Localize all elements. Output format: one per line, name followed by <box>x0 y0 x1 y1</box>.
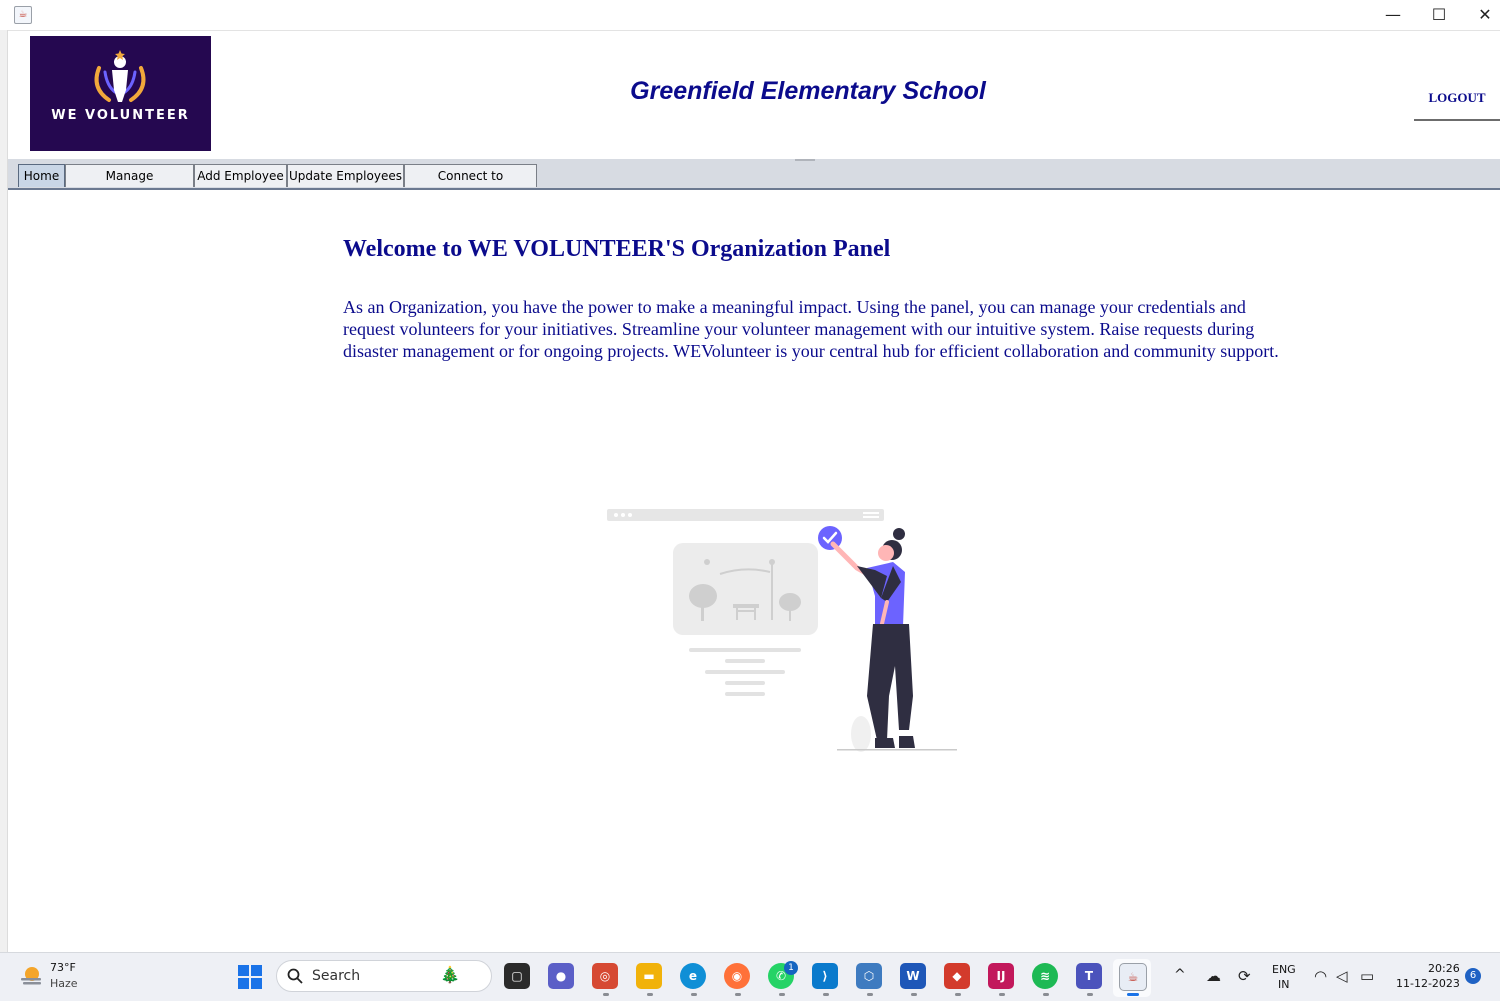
spotify-icon[interactable]: ≋ <box>1032 963 1058 989</box>
teams-chat-icon[interactable]: ● <box>548 963 574 989</box>
running-indicator <box>735 993 741 996</box>
weather-description[interactable]: Haze <box>50 977 78 990</box>
woman-at-board-illustration <box>607 509 957 752</box>
ubuntu-app-icon[interactable]: ◎ <box>592 963 618 989</box>
running-indicator <box>1043 993 1049 996</box>
tab-home[interactable]: Home <box>18 164 65 187</box>
search-highlight-icon: 🎄 <box>440 965 460 984</box>
region-indicator[interactable]: IN <box>1278 978 1289 991</box>
tab-connect-to-volunteers[interactable]: Connect to Volunteers <box>404 164 537 206</box>
vscode-icon[interactable]: ⟩ <box>812 963 838 989</box>
active-indicator <box>1127 993 1139 996</box>
clock-time[interactable]: 20:26 <box>1428 962 1460 975</box>
word-icon[interactable]: W <box>900 963 926 989</box>
intellij-icon[interactable]: IJ <box>988 963 1014 989</box>
running-indicator <box>691 993 697 996</box>
weather-haze-icon[interactable] <box>18 963 44 989</box>
chevron-up-icon[interactable]: ^ <box>1174 967 1186 983</box>
running-indicator <box>647 993 653 996</box>
window-title-bar: ☕ — ☐ ✕ <box>0 0 1500 31</box>
battery-icon[interactable]: ▭ <box>1360 967 1374 985</box>
firefox-icon[interactable]: ◉ <box>724 963 750 989</box>
taskbar-search-box[interactable]: Search 🎄 <box>276 960 492 992</box>
tab-strip: Home Manage Organization Add Employee Up… <box>8 159 1500 206</box>
java-taskbar-icon[interactable]: ☕ <box>1119 963 1147 991</box>
language-indicator[interactable]: ENG <box>1272 963 1296 976</box>
header-panel: WE VOLUNTEER Greenfield Elementary Schoo… <box>8 31 1500 159</box>
volume-icon[interactable]: ◁ <box>1336 967 1348 985</box>
sync-icon[interactable]: ⟳ <box>1238 967 1251 985</box>
windows-taskbar: 73°F Haze Search 🎄 ▢ ● ◎ ▬ e ◉ ✆ 1 ⟩ ⬡ W… <box>0 952 1500 1001</box>
tab-update-employees[interactable]: Update Employees <box>287 164 404 187</box>
hexagon-app-icon[interactable]: ⬡ <box>856 963 882 989</box>
running-indicator <box>779 993 785 996</box>
running-indicator <box>603 993 609 996</box>
running-indicator <box>999 993 1005 996</box>
teams-new-icon[interactable]: T <box>1076 963 1102 989</box>
logo-text: WE VOLUNTEER <box>51 108 190 123</box>
windows-start-icon[interactable] <box>238 965 262 989</box>
file-explorer-icon[interactable]: ▬ <box>636 963 662 989</box>
clock-date[interactable]: 11-12-2023 <box>1396 977 1460 990</box>
onedrive-icon[interactable]: ☁ <box>1206 967 1221 985</box>
whatsapp-badge: 1 <box>784 961 798 975</box>
minimize-button[interactable]: — <box>1370 0 1416 30</box>
school-name-title: Greenfield Elementary School <box>630 77 986 105</box>
divider-handle[interactable] <box>795 159 815 161</box>
java-app-icon: ☕ <box>14 6 32 24</box>
tab-add-employee[interactable]: Add Employee <box>194 164 287 187</box>
welcome-heading: Welcome to WE VOLUNTEER'S Organization P… <box>343 236 891 262</box>
search-label: Search <box>312 968 361 984</box>
running-indicator <box>955 993 961 996</box>
window-left-edge <box>0 30 8 952</box>
running-indicator <box>911 993 917 996</box>
notification-count-badge[interactable]: 6 <box>1465 968 1481 984</box>
close-button[interactable]: ✕ <box>1462 0 1500 30</box>
maximize-button[interactable]: ☐ <box>1416 0 1462 30</box>
git-icon[interactable]: ◆ <box>944 963 970 989</box>
volunteer-figure-icon <box>94 50 146 102</box>
running-indicator <box>1087 993 1093 996</box>
logout-button[interactable]: LOGOUT <box>1414 85 1500 121</box>
edge-browser-icon[interactable]: e <box>680 963 706 989</box>
we-volunteer-logo: WE VOLUNTEER <box>30 36 211 151</box>
search-icon <box>287 968 303 984</box>
running-indicator <box>823 993 829 996</box>
weather-temperature[interactable]: 73°F <box>50 961 76 974</box>
running-indicator <box>867 993 873 996</box>
tab-manage-organization[interactable]: Manage Organization <box>65 164 194 206</box>
welcome-description: As an Organization, you have the power t… <box>343 297 1279 361</box>
home-content-panel: Welcome to WE VOLUNTEER'S Organization P… <box>8 190 1500 952</box>
task-view-icon[interactable]: ▢ <box>504 963 530 989</box>
wifi-icon[interactable]: ◠ <box>1314 967 1327 985</box>
